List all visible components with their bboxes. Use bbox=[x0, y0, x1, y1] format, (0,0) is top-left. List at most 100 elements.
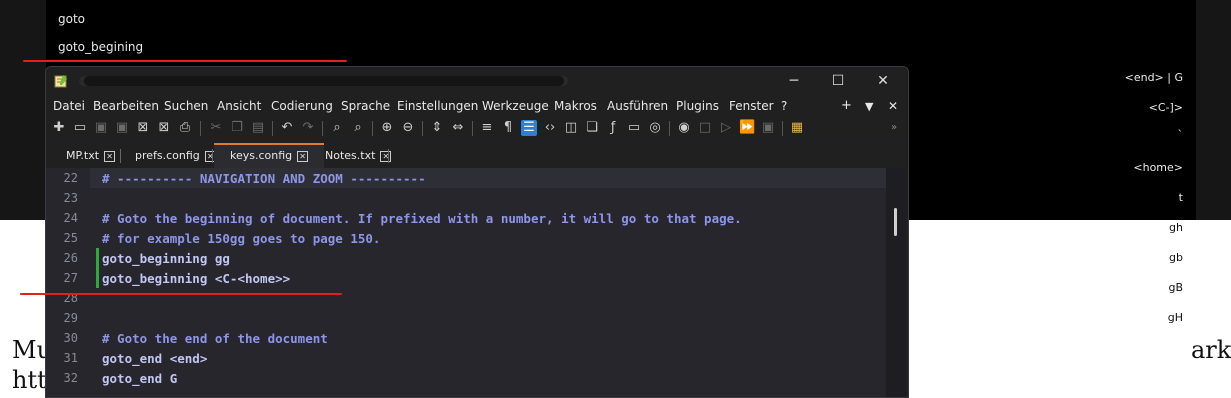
line-number: 22 bbox=[63, 171, 78, 185]
toolbar-separator bbox=[272, 121, 273, 136]
play-macro-icon[interactable]: ▷ bbox=[718, 120, 734, 136]
window-title-redacted bbox=[76, 73, 571, 89]
sync-horizontal-icon[interactable]: ⇔ bbox=[450, 120, 466, 136]
keybinding-column: <end> | G <C-]> ` <home> t gh gb gB gH bbox=[983, 0, 1183, 330]
code-line: goto_beginning <C-<home>> bbox=[102, 271, 291, 286]
document-map-icon[interactable]: ◫ bbox=[563, 120, 579, 136]
tab-separator bbox=[388, 149, 389, 163]
command-item-goto[interactable]: goto bbox=[58, 12, 85, 26]
toolbar-separator bbox=[322, 121, 323, 136]
show-all-characters-icon[interactable]: ¶ bbox=[500, 120, 516, 136]
close-document-button[interactable]: ✕ bbox=[888, 99, 898, 113]
menu-makros[interactable]: Makros bbox=[554, 99, 597, 113]
key-label: gB bbox=[1168, 281, 1183, 294]
line-number: 32 bbox=[63, 371, 78, 385]
notepad-app-icon bbox=[54, 75, 67, 88]
key-label: gH bbox=[1167, 311, 1183, 324]
zoom-in-icon[interactable]: ⊕ bbox=[379, 120, 395, 136]
close-all-icon[interactable]: ⊠ bbox=[156, 120, 172, 136]
close-file-icon[interactable]: ⊠ bbox=[135, 120, 151, 136]
add-tab-button[interactable]: + bbox=[841, 98, 852, 113]
tab-separator bbox=[120, 149, 121, 163]
xml-tag-icon[interactable]: ‹› bbox=[542, 120, 558, 136]
minimize-button[interactable]: ─ bbox=[782, 71, 806, 91]
stop-macro-icon[interactable]: □ bbox=[697, 120, 713, 136]
document-text-fragment: ark bbox=[1191, 336, 1231, 364]
redo-icon[interactable]: ↷ bbox=[300, 120, 316, 136]
word-wrap-icon[interactable]: ≡ bbox=[479, 120, 495, 136]
tab-list-dropdown-button[interactable]: ▼ bbox=[865, 100, 873, 113]
search-icon[interactable]: ⌕ bbox=[329, 120, 345, 136]
cut-icon[interactable]: ✂ bbox=[208, 120, 224, 136]
line-number: 31 bbox=[63, 351, 78, 365]
document-list-icon[interactable]: ❏ bbox=[584, 120, 600, 136]
line-number: 24 bbox=[63, 211, 78, 225]
print-icon[interactable]: ⎙ bbox=[177, 120, 193, 136]
close-button[interactable]: ✕ bbox=[871, 71, 895, 91]
menu-werkzeuge[interactable]: Werkzeuge bbox=[482, 99, 549, 113]
menu-bearbeiten[interactable]: Bearbeiten bbox=[93, 99, 159, 113]
toolbar-separator bbox=[200, 121, 201, 136]
menu-bar: Datei Bearbeiten Suchen Ansicht Codierun… bbox=[46, 95, 908, 117]
key-label: gh bbox=[1169, 221, 1183, 234]
toolbar-separator bbox=[669, 121, 670, 136]
line-number: 26 bbox=[63, 251, 78, 265]
save-icon[interactable]: ▣ bbox=[93, 120, 109, 136]
undo-icon[interactable]: ↶ bbox=[279, 120, 295, 136]
function-list-icon[interactable]: ƒ bbox=[605, 120, 621, 136]
toolbar-separator bbox=[422, 121, 423, 136]
line-number: 29 bbox=[63, 311, 78, 325]
toolbar: ✚ ▭ ▣ ▣ ⊠ ⊠ ⎙ ✂ ❐ ▤ ↶ ↷ ⌕ ⌕ ⊕ ⊖ ⇕ ⇔ ≡ ¶ … bbox=[46, 117, 908, 141]
sync-vertical-icon[interactable]: ⇕ bbox=[429, 120, 445, 136]
code-line: goto_end <end> bbox=[102, 351, 208, 366]
tab-close-icon[interactable]: ✕ bbox=[380, 150, 392, 162]
save-all-icon[interactable]: ▣ bbox=[114, 120, 130, 136]
copy-icon[interactable]: ❐ bbox=[229, 120, 245, 136]
menu-ausfuehren[interactable]: Ausführen bbox=[607, 99, 668, 113]
menu-help[interactable]: ? bbox=[781, 99, 787, 113]
code-line: goto_end G bbox=[102, 371, 178, 386]
key-label: t bbox=[1178, 191, 1183, 204]
title-bar[interactable]: ─ ☐ ✕ bbox=[46, 67, 908, 95]
editor-area[interactable]: 22 # ---------- NAVIGATION AND ZOOM ----… bbox=[46, 168, 886, 397]
menu-einstellungen[interactable]: Einstellungen bbox=[397, 99, 478, 113]
scrollbar-thumb[interactable] bbox=[894, 208, 897, 236]
line-number: 30 bbox=[63, 331, 78, 345]
paste-icon[interactable]: ▤ bbox=[250, 120, 266, 136]
tab-prefs-config[interactable]: prefs.config ✕ bbox=[135, 145, 216, 167]
tab-close-icon[interactable]: ✕ bbox=[104, 150, 116, 162]
annotation-underline-top bbox=[23, 60, 347, 62]
key-label: <end> | G bbox=[1124, 71, 1183, 84]
menu-fenster[interactable]: Fenster bbox=[729, 99, 774, 113]
code-line: # Goto the beginning of document. If pre… bbox=[102, 211, 742, 226]
menu-plugins[interactable]: Plugins bbox=[676, 99, 719, 113]
tab-keys-config[interactable]: keys.config ✕ bbox=[214, 143, 324, 169]
vertical-scrollbar[interactable] bbox=[886, 168, 906, 397]
open-folder-icon[interactable]: ▭ bbox=[72, 120, 88, 136]
zoom-out-icon[interactable]: ⊖ bbox=[400, 120, 416, 136]
maximize-button[interactable]: ☐ bbox=[826, 71, 850, 91]
record-macro-icon[interactable]: ◉ bbox=[676, 120, 692, 136]
menu-datei[interactable]: Datei bbox=[53, 99, 85, 113]
monitoring-icon[interactable]: ▭ bbox=[626, 120, 642, 136]
command-item-goto-begining[interactable]: goto_begining bbox=[58, 40, 143, 54]
tab-notes-txt[interactable]: Notes.txt ✕ bbox=[325, 145, 392, 167]
code-line: # for example 150gg goes to page 150. bbox=[102, 231, 381, 246]
new-file-icon[interactable]: ✚ bbox=[51, 120, 67, 136]
replace-icon[interactable]: ⌕ bbox=[350, 120, 366, 136]
notepad-window: ─ ☐ ✕ Datei Bearbeiten Suchen Ansicht Co… bbox=[45, 66, 909, 398]
save-macro-icon[interactable]: ▣ bbox=[760, 120, 776, 136]
menu-codierung[interactable]: Codierung bbox=[271, 99, 333, 113]
menu-sprache[interactable]: Sprache bbox=[341, 99, 390, 113]
menu-suchen[interactable]: Suchen bbox=[164, 99, 208, 113]
tab-mp-txt[interactable]: MP.txt ✕ bbox=[66, 145, 116, 167]
tab-label: keys.config bbox=[230, 149, 293, 162]
plugin-icon[interactable]: ▦ bbox=[789, 120, 805, 136]
tab-close-icon[interactable]: ✕ bbox=[297, 150, 309, 162]
menu-ansicht[interactable]: Ansicht bbox=[217, 99, 261, 113]
line-number: 23 bbox=[63, 191, 78, 205]
toolbar-overflow-icon[interactable]: » bbox=[886, 120, 902, 136]
indent-guide-icon[interactable]: ☰ bbox=[521, 120, 537, 136]
run-macro-multiple-icon[interactable]: ⏩ bbox=[739, 120, 755, 136]
folder-as-workspace-icon[interactable]: ◎ bbox=[647, 120, 663, 136]
